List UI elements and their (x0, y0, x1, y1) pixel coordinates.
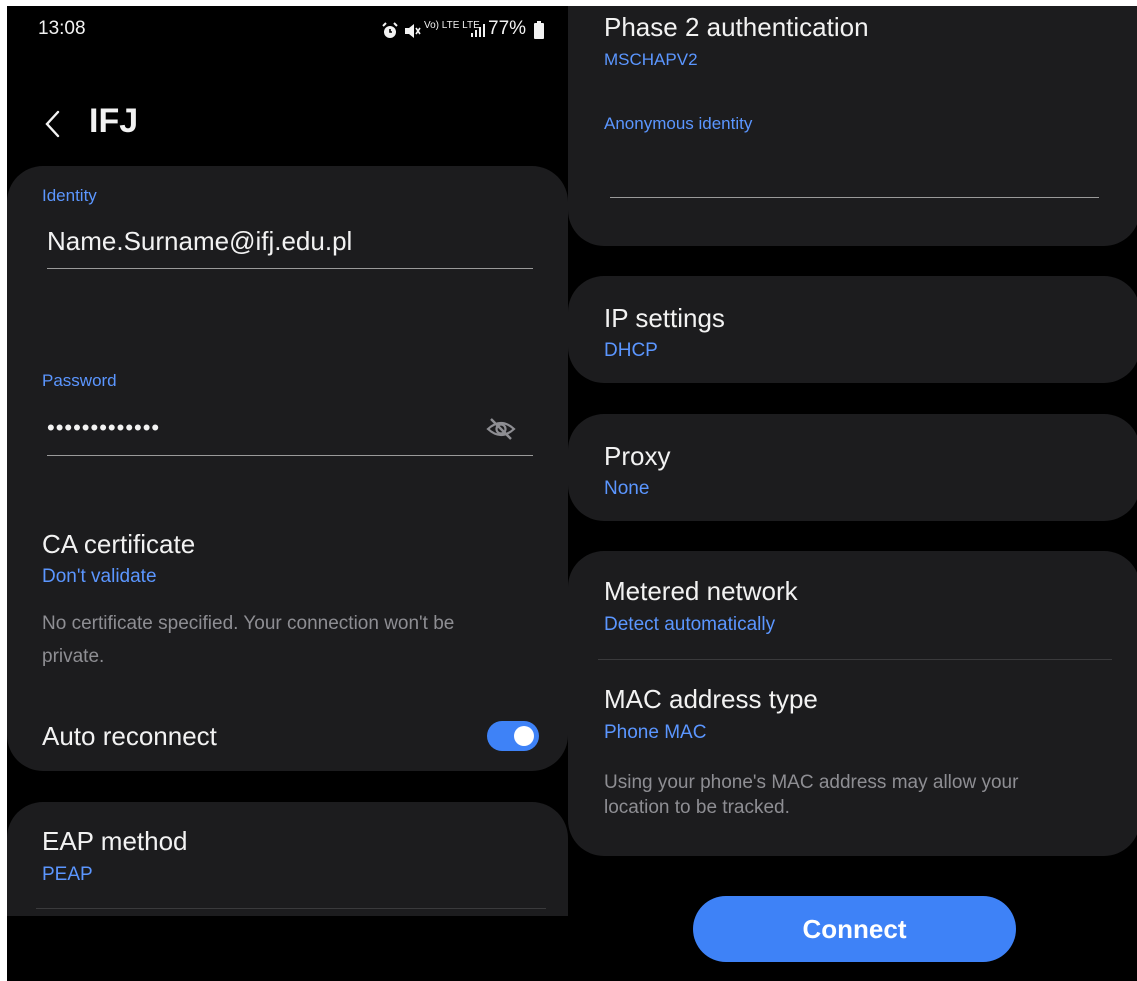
metered-network-title[interactable]: Metered network (604, 576, 798, 607)
phase2-value: MSCHAPV2 (604, 50, 698, 69)
battery-icon (534, 21, 544, 39)
proxy-value: None (604, 478, 650, 499)
divider (36, 908, 546, 909)
alarm-icon (381, 22, 399, 40)
mac-address-value: Phone MAC (604, 722, 707, 743)
anonymous-identity-label: Anonymous identity (604, 114, 753, 133)
proxy-card[interactable]: Proxy None (568, 414, 1137, 521)
bottom-bar (7, 916, 568, 981)
ip-settings-title: IP settings (604, 303, 725, 333)
password-label: Password (42, 371, 117, 390)
ca-certificate-value: Don't validate (42, 566, 157, 587)
page-title: IFJ (89, 102, 139, 140)
eye-off-icon[interactable] (485, 416, 517, 442)
signal-icon (470, 22, 486, 38)
signal-text: Vo) LTE LTE (424, 20, 480, 31)
ip-settings-card[interactable]: IP settings DHCP (568, 276, 1137, 383)
mac-address-note-2: location to be tracked. (604, 797, 790, 818)
eap-method-title[interactable]: EAP method (42, 826, 188, 857)
identity-label: Identity (42, 186, 97, 205)
password-underline (47, 455, 533, 456)
phase2-card: Phase 2 authentication MSCHAPV2 Anonymou… (568, 6, 1137, 246)
mac-address-title[interactable]: MAC address type (604, 684, 818, 715)
identity-underline (47, 268, 533, 269)
auto-reconnect-toggle[interactable] (487, 721, 539, 751)
metered-network-value: Detect automatically (604, 614, 776, 635)
ca-certificate-note-2: private. (42, 646, 105, 667)
ip-settings-value: DHCP (604, 340, 658, 361)
anonymous-identity-underline (610, 197, 1099, 198)
right-screen: Phase 2 authentication MSCHAPV2 Anonymou… (568, 6, 1137, 981)
status-time: 13:08 (38, 18, 86, 39)
back-arrow-icon[interactable] (43, 109, 63, 139)
identity-input[interactable]: Name.Surname@ifj.edu.pl (47, 226, 352, 257)
anonymous-identity-input[interactable] (610, 154, 1099, 190)
battery-text: 77% (488, 18, 527, 39)
ca-certificate-title[interactable]: CA certificate (42, 529, 195, 560)
phase2-title[interactable]: Phase 2 authentication (604, 12, 869, 43)
divider (598, 659, 1112, 660)
password-input[interactable]: ••••••••••••• (47, 415, 160, 441)
left-screen: 13:08 Vo) LTE LTE 77% IFJ Identity Name.… (7, 6, 568, 981)
ca-certificate-note-1: No certificate specified. Your connectio… (42, 613, 455, 634)
proxy-title: Proxy (604, 441, 671, 471)
auto-reconnect-label: Auto reconnect (42, 721, 217, 751)
network-card: Metered network Detect automatically MAC… (568, 551, 1137, 856)
credentials-card: Identity Name.Surname@ifj.edu.pl Passwor… (7, 166, 568, 771)
eap-method-value: PEAP (42, 864, 93, 885)
mac-address-note-1: Using your phone's MAC address may allow… (604, 772, 1019, 793)
mute-icon (403, 22, 421, 40)
toggle-knob (514, 726, 534, 746)
connect-button[interactable]: Connect (693, 896, 1016, 962)
